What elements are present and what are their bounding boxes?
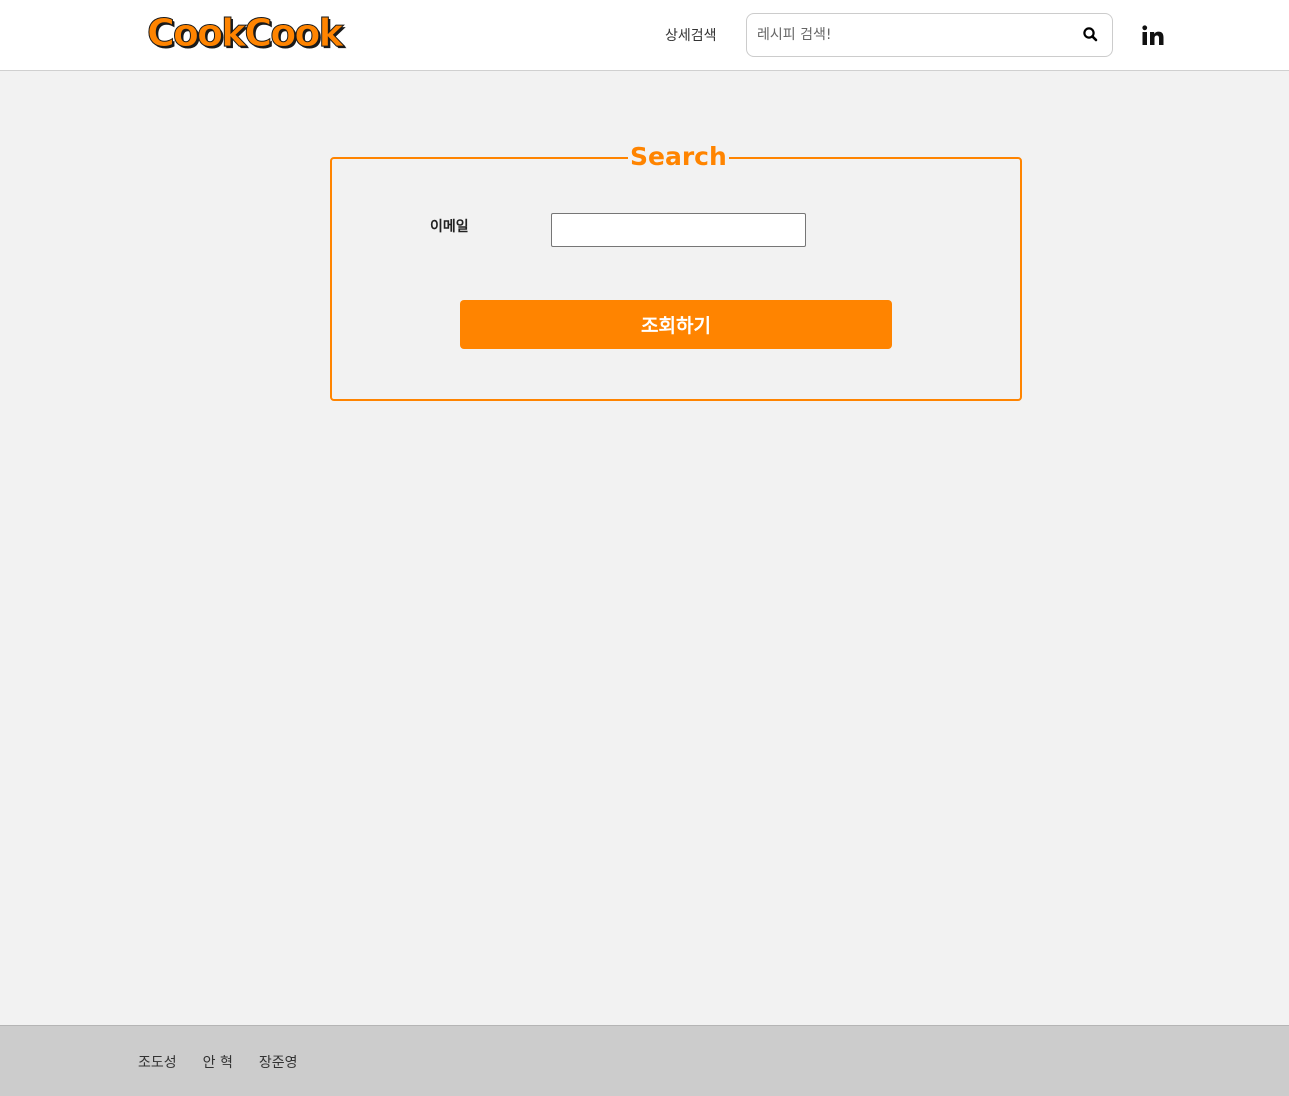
email-label: 이메일 bbox=[430, 219, 469, 235]
search-fieldset: Search 이메일 조회하기 bbox=[330, 142, 1022, 401]
footer-member-1[interactable]: 조도성 bbox=[138, 1052, 177, 1072]
linkedin-icon[interactable] bbox=[1141, 24, 1165, 48]
search-icon[interactable] bbox=[1082, 26, 1100, 44]
fieldset-legend: Search bbox=[628, 142, 729, 172]
recipe-search-box bbox=[746, 13, 1113, 57]
page-footer: 조도성 안 혁 장준영 bbox=[0, 1025, 1289, 1096]
footer-member-2[interactable]: 안 혁 bbox=[203, 1052, 233, 1072]
lookup-button[interactable]: 조회하기 bbox=[460, 300, 892, 349]
advanced-search-link[interactable]: 상세검색 bbox=[665, 25, 717, 45]
email-field[interactable] bbox=[551, 213, 806, 247]
footer-member-list: 조도성 안 혁 장준영 bbox=[138, 1052, 298, 1072]
footer-member-3[interactable]: 장준영 bbox=[259, 1052, 298, 1072]
cookcook-logo[interactable]: CookCook bbox=[147, 10, 345, 56]
recipe-search-input[interactable] bbox=[757, 23, 1067, 47]
top-header: CookCook 상세검색 bbox=[0, 0, 1289, 71]
